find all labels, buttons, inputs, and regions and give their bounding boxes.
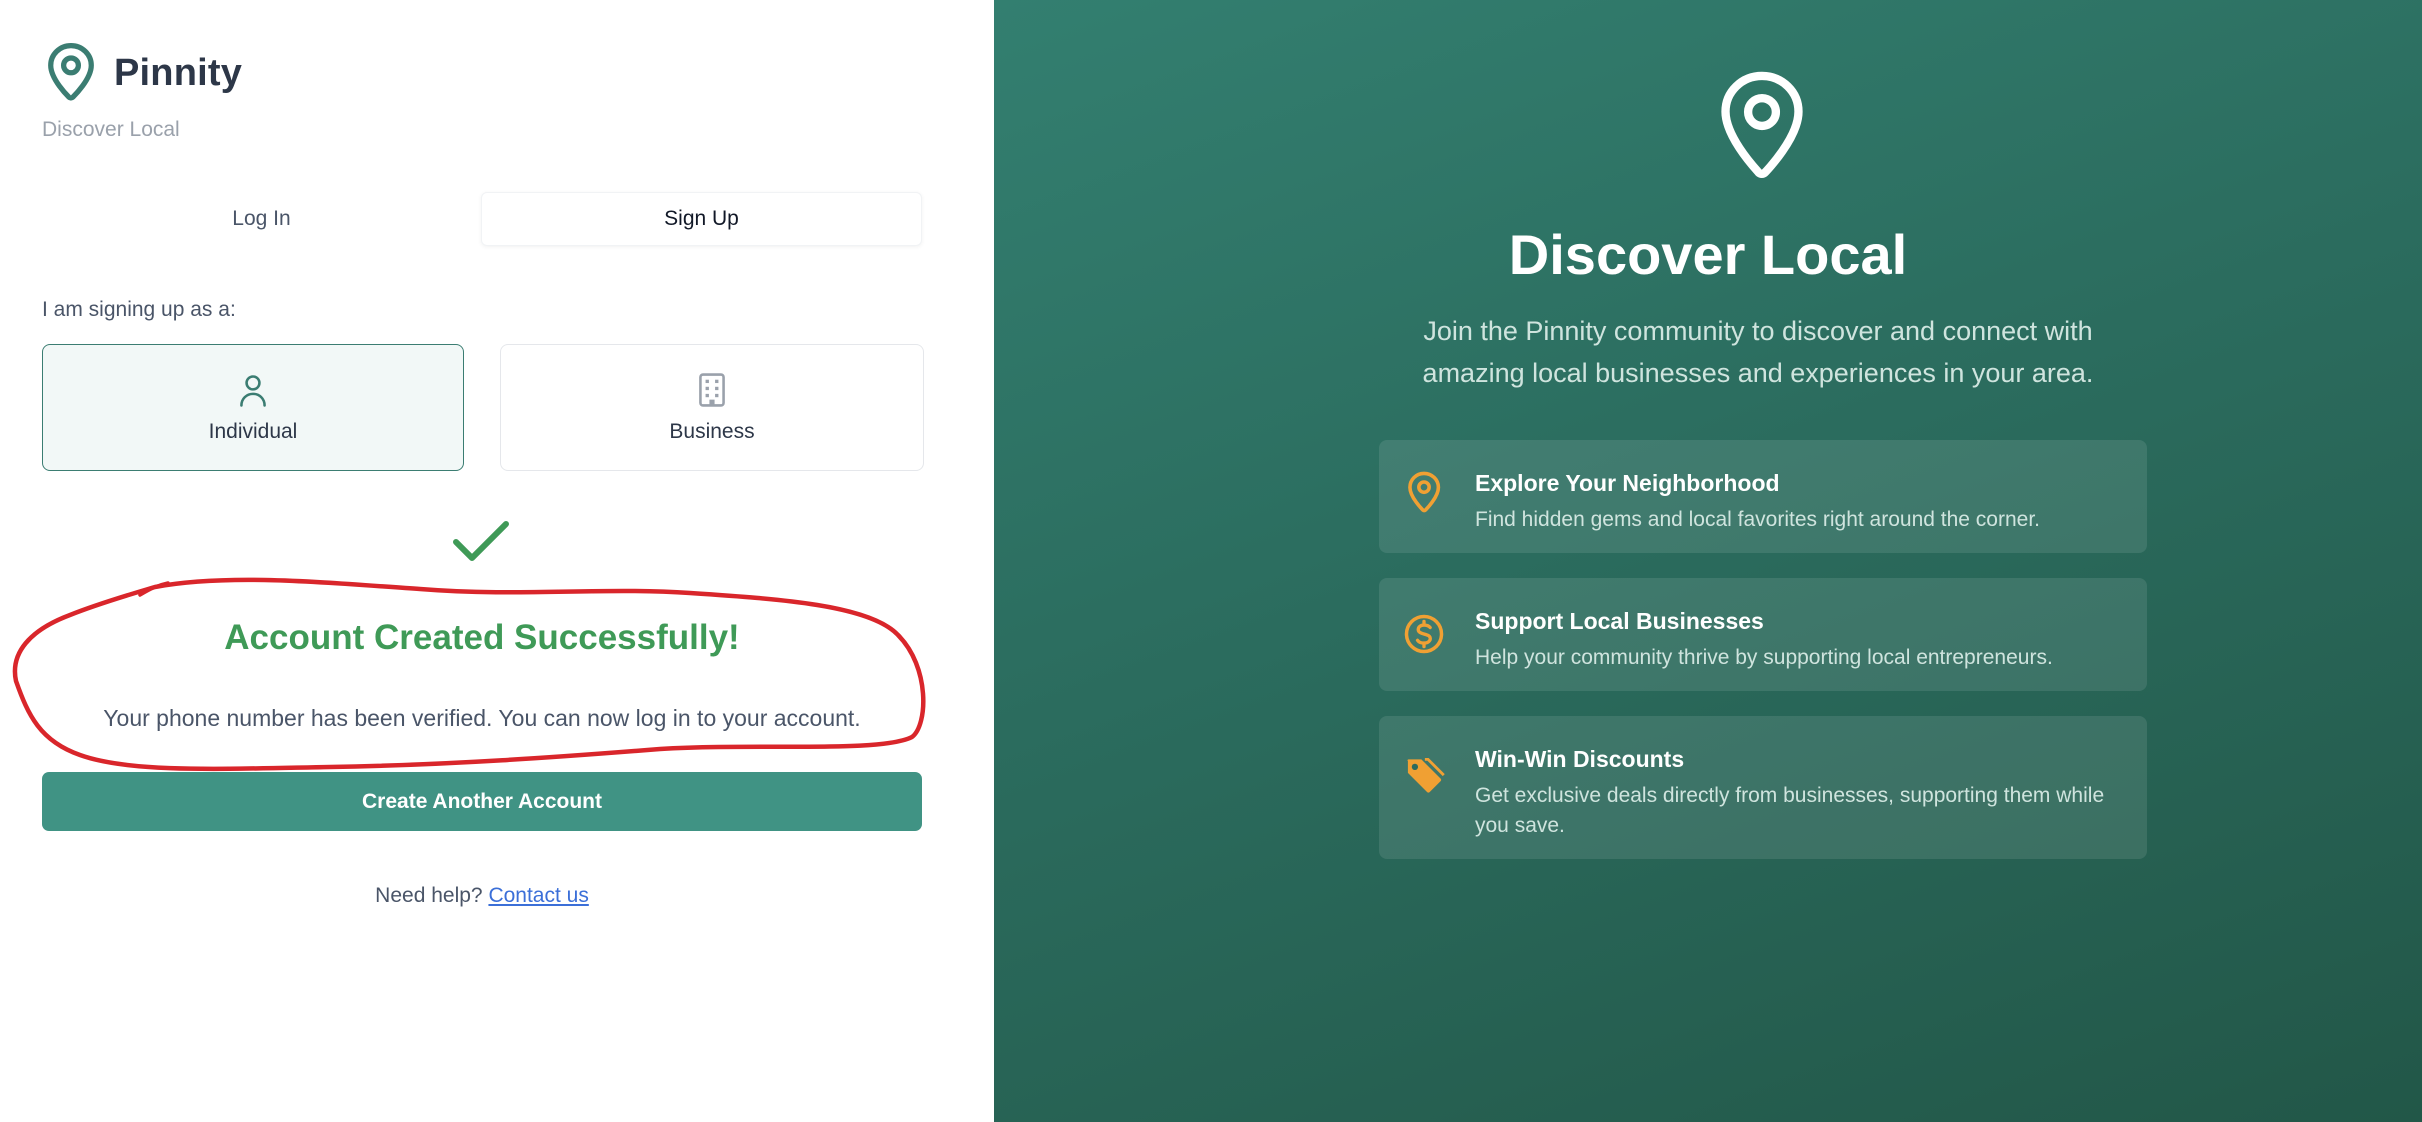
tag-icon: [1407, 757, 1445, 793]
hero-title: Discover Local: [1508, 223, 1908, 286]
map-pin-icon: [1721, 71, 1803, 179]
map-pin-icon: [48, 42, 94, 101]
feature-title: Explore Your Neighborhood: [1475, 470, 1780, 496]
success-message: Your phone number has been verified. You…: [103, 705, 861, 731]
brand: Pinnity Discover Local: [42, 42, 242, 142]
feature-title: Win-Win Discounts: [1475, 746, 1685, 772]
signup-page: Pinnity Discover Local Log In Sign Up I …: [0, 0, 2422, 1122]
role-option-individual[interactable]: Individual: [42, 344, 464, 471]
success-title: Account Created Successfully!: [224, 618, 740, 657]
role-label-business: Business: [669, 419, 755, 443]
user-icon: [240, 374, 266, 407]
tab-log-in[interactable]: Log In: [42, 192, 481, 246]
role-label-individual: Individual: [208, 419, 298, 443]
map-pin-icon: [1408, 471, 1441, 513]
role-prompt: I am signing up as a:: [42, 298, 236, 321]
help-prompt: Need help?: [375, 884, 483, 907]
feature-card: Win-Win Discounts Get exclusive deals di…: [1379, 716, 2147, 859]
feature-card: Explore Your Neighborhood Find hidden ge…: [1379, 440, 2147, 553]
role-option-business[interactable]: Business: [500, 344, 924, 471]
auth-tabs: Log In Sign Up: [42, 192, 922, 246]
hero-description: Join the Pinnity community to discover a…: [1422, 316, 2094, 388]
checkmark-icon: [453, 521, 509, 561]
feature-card: Support Local Businesses Help your commu…: [1379, 578, 2147, 691]
brand-tagline: Discover Local: [42, 118, 180, 141]
building-icon: [699, 372, 725, 407]
role-selector: Individual Business: [42, 344, 924, 471]
feature-title: Support Local Businesses: [1475, 608, 1764, 634]
red-circle-annotation: [12, 577, 926, 772]
contact-us-link[interactable]: Contact us: [488, 884, 588, 907]
brand-name: Pinnity: [114, 51, 243, 94]
auth-panel: Pinnity Discover Local Log In Sign Up I …: [0, 0, 994, 1122]
dollar-circle-icon: [1404, 614, 1444, 654]
hero-panel: Discover Local Join the Pinnity communit…: [994, 0, 2422, 1122]
feature-description: Find hidden gems and local favorites rig…: [1475, 508, 2041, 531]
create-another-account-button[interactable]: Create Another Account: [42, 772, 922, 831]
tab-sign-up[interactable]: Sign Up: [481, 192, 922, 246]
help-line: Need help? Contact us: [42, 884, 922, 908]
feature-description: Help your community thrive by supporting…: [1475, 646, 2053, 669]
feature-description: Get exclusive deals directly from busine…: [1475, 784, 2105, 837]
